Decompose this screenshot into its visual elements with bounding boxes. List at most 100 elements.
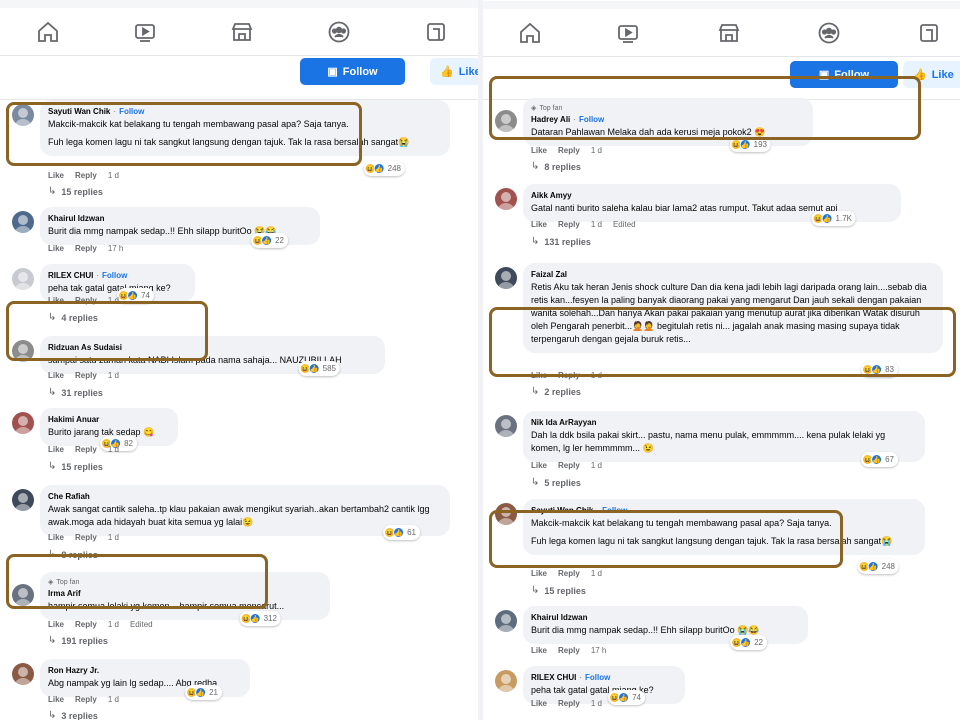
reaction-summary[interactable]: 😆 👍 83 [861,362,898,377]
view-replies-link[interactable]: ↳ 5 replies [531,477,581,488]
like-link[interactable]: Like [48,244,64,253]
author-name[interactable]: Ridzuan As Sudaisi [48,342,122,353]
avatar[interactable] [495,188,517,210]
feeds-icon[interactable] [917,21,941,45]
view-replies-link[interactable]: ↳ 15 replies [48,461,103,472]
author-name[interactable]: RILEX CHUI [531,672,576,683]
author-name[interactable]: Irma Arif [48,588,81,599]
avatar[interactable] [495,267,517,289]
comment-timestamp[interactable]: 1 d [108,620,119,629]
view-replies-link[interactable]: ↳ 191 replies [48,635,108,646]
reaction-summary[interactable]: 😆 👍 61 [383,525,420,540]
avatar[interactable] [12,340,34,362]
like-link[interactable]: Like [531,569,547,578]
author-name[interactable]: Hadrey Ali [531,114,570,125]
author-follow-link[interactable]: Follow [602,505,627,516]
reaction-summary[interactable]: 😆 👍 248 [363,161,405,176]
author-follow-link[interactable]: Follow [585,672,610,683]
like-link[interactable]: Like [48,171,64,180]
avatar[interactable] [495,415,517,437]
reply-link[interactable]: Reply [75,371,97,380]
like-link[interactable]: Like [48,695,64,704]
reply-link[interactable]: Reply [75,171,97,180]
reaction-summary[interactable]: 😆 👍 74 [117,288,154,303]
reply-link[interactable]: Reply [558,569,580,578]
comment-timestamp[interactable]: 1 d [591,220,602,229]
like-link[interactable]: Like [48,533,64,542]
groups-icon[interactable] [327,20,351,44]
reply-link[interactable]: Reply [558,461,580,470]
reply-link[interactable]: Reply [75,620,97,629]
comment-timestamp[interactable]: 1 d [591,461,602,470]
like-link[interactable]: Like [531,646,547,655]
reaction-summary[interactable]: 😆 👍 67 [861,452,898,467]
view-replies-link[interactable]: ↳ 3 replies [48,710,98,720]
like-link[interactable]: Like [531,220,547,229]
comment-timestamp[interactable]: 1 d [591,699,602,708]
avatar[interactable] [495,610,517,632]
like-page-button[interactable]: 👍 Like [903,61,960,88]
author-follow-link[interactable]: Follow [119,106,144,117]
like-link[interactable]: Like [48,620,64,629]
like-page-button[interactable]: 👍 Like [430,58,478,85]
avatar[interactable] [495,503,517,525]
reaction-summary[interactable]: 😆 👍 585 [298,361,340,376]
reply-link[interactable]: Reply [558,371,580,380]
avatar[interactable] [495,110,517,132]
author-name[interactable]: Sayuti Wan Chik [48,106,110,117]
like-link[interactable]: Like [48,371,64,380]
comment-timestamp[interactable]: 1 d [591,569,602,578]
reaction-summary[interactable]: 😆 👍 22 [730,635,767,650]
author-name[interactable]: Che Rafiah [48,491,90,502]
reply-link[interactable]: Reply [558,220,580,229]
comment-timestamp[interactable]: 1 d [108,695,119,704]
view-replies-link[interactable]: ↳ 31 replies [48,387,103,398]
like-link[interactable]: Like [531,699,547,708]
like-link[interactable]: Like [48,296,64,305]
groups-icon[interactable] [817,21,841,45]
author-name[interactable]: Hakimi Anuar [48,414,99,425]
author-name[interactable]: Ron Hazry Jr. [48,665,99,676]
reaction-summary[interactable]: 😆 👍 193 [729,137,771,152]
avatar[interactable] [12,663,34,685]
reaction-summary[interactable]: 😆 👍 312 [239,611,281,626]
comment-timestamp[interactable]: 17 h [591,646,607,655]
author-name[interactable]: RILEX CHUI [48,270,93,281]
comment-timestamp[interactable]: 1 d [108,371,119,380]
reply-link[interactable]: Reply [75,244,97,253]
reaction-summary[interactable]: 😆 👍 21 [185,685,222,700]
follow-button[interactable]: ▣ Follow [300,58,405,85]
reply-link[interactable]: Reply [75,445,97,454]
reaction-summary[interactable]: 😆 👍 22 [251,233,288,248]
author-name[interactable]: Faizal Zal [531,269,567,280]
comment-timestamp[interactable]: 1 d [108,533,119,542]
view-replies-link[interactable]: ↳ 2 replies [531,386,581,397]
comment-timestamp[interactable]: 1 d [591,371,602,380]
marketplace-icon[interactable] [717,21,741,45]
video-icon[interactable] [133,20,157,44]
comment-timestamp[interactable]: 1 d [108,171,119,180]
avatar[interactable] [12,412,34,434]
avatar[interactable] [12,268,34,290]
home-icon[interactable] [518,21,542,45]
like-link[interactable]: Like [531,461,547,470]
comment-timestamp[interactable]: 1 d [591,146,602,155]
video-icon[interactable] [616,21,640,45]
comment-timestamp[interactable]: 17 h [108,244,124,253]
author-follow-link[interactable]: Follow [579,114,604,125]
follow-button[interactable]: ▣ Follow [790,61,898,88]
reply-link[interactable]: Reply [558,699,580,708]
reaction-summary[interactable]: 😆 👍 1.7K [811,211,856,226]
reply-link[interactable]: Reply [75,695,97,704]
reaction-summary[interactable]: 😆 👍 248 [857,559,899,574]
reply-link[interactable]: Reply [75,296,97,305]
author-follow-link[interactable]: Follow [102,270,127,281]
avatar[interactable] [12,489,34,511]
avatar[interactable] [12,211,34,233]
view-replies-link[interactable]: ↳ 8 replies [531,161,581,172]
reply-link[interactable]: Reply [75,533,97,542]
reaction-summary[interactable]: 😆 👍 74 [608,690,645,705]
avatar[interactable] [12,584,34,606]
marketplace-icon[interactable] [230,20,254,44]
author-name[interactable]: Sayuti Wan Chik [531,505,593,516]
